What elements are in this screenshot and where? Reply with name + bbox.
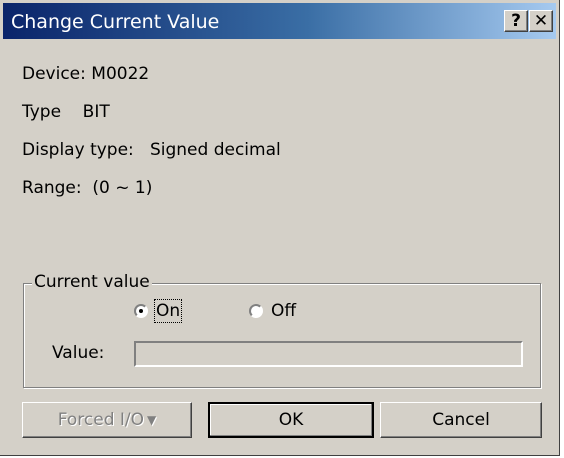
radio-off[interactable]: Off [249, 301, 296, 321]
current-value-group: Current value On Off Value: [23, 272, 541, 388]
cancel-label: Cancel [432, 410, 490, 430]
window-title: Change Current Value [11, 11, 220, 33]
help-button[interactable]: ? [504, 10, 528, 32]
close-button[interactable]: ✕ [529, 10, 553, 32]
current-value-legend: Current value [32, 272, 152, 292]
device-label: Device: M0022 [22, 64, 150, 84]
radio-on-label[interactable]: On [153, 299, 183, 323]
title-bar[interactable]: Change Current Value ? ✕ [3, 3, 556, 39]
type-label: Type BIT [22, 102, 110, 122]
help-icon: ? [511, 11, 521, 31]
radio-off-indicator[interactable] [249, 304, 263, 318]
close-icon: ✕ [533, 11, 549, 31]
forced-io-button[interactable]: Forced I/O ▼ [22, 402, 192, 438]
forced-io-label: Forced I/O [57, 410, 145, 430]
value-input[interactable] [134, 341, 523, 367]
range-label: Range: (0 ~ 1) [22, 178, 153, 198]
cancel-button[interactable]: Cancel [380, 402, 542, 438]
change-current-value-dialog: Change Current Value ? ✕ Device: M0022 T… [0, 0, 560, 456]
value-label: Value: [52, 343, 105, 363]
ok-button[interactable]: OK [208, 402, 374, 438]
radio-on-indicator[interactable] [134, 304, 148, 318]
ok-label: OK [278, 410, 304, 430]
radio-on[interactable]: On [134, 299, 183, 323]
dropdown-arrow-icon: ▼ [147, 413, 157, 427]
radio-off-label[interactable]: Off [271, 301, 296, 321]
display-type-label: Display type: Signed decimal [22, 140, 281, 160]
